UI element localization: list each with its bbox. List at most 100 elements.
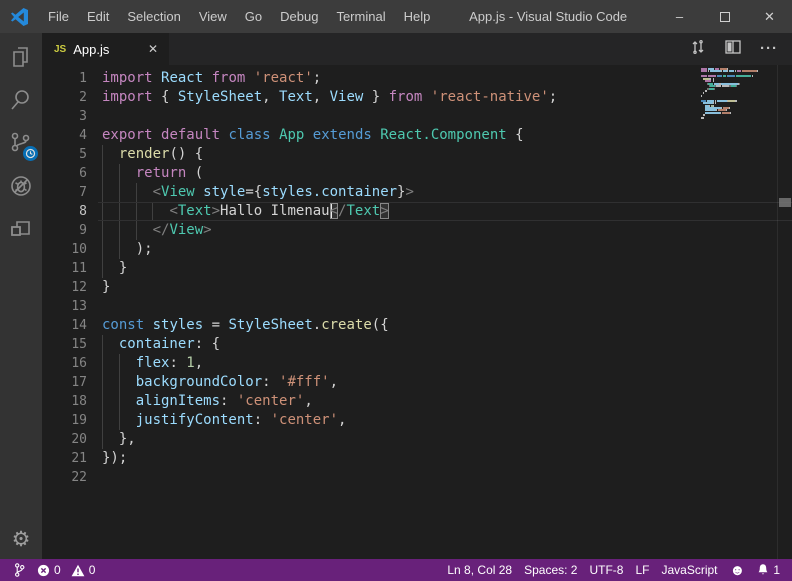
editor[interactable]: 1import React from 'react';2import { Sty…	[42, 65, 792, 559]
code-line[interactable]: 16 flex: 1,	[42, 354, 792, 373]
overview-ruler[interactable]	[777, 65, 792, 559]
tab-close-icon[interactable]: ✕	[145, 40, 161, 58]
language-mode-status[interactable]: JavaScript	[655, 559, 723, 581]
menu-file[interactable]: File	[39, 0, 78, 33]
indentation-status[interactable]: Spaces: 2	[518, 559, 583, 581]
eol-status[interactable]: LF	[629, 559, 655, 581]
code-line[interactable]: 10 );	[42, 240, 792, 259]
scm-sync-clock-badge	[23, 146, 38, 161]
code-line[interactable]: 4export default class App extends React.…	[42, 126, 792, 145]
status-bar-right: Ln 8, Col 28 Spaces: 2 UTF-8 LF JavaScri…	[441, 559, 786, 581]
source-control-icon[interactable]	[7, 128, 35, 158]
menu-edit[interactable]: Edit	[78, 0, 118, 33]
line-number[interactable]: 11	[42, 259, 102, 278]
editor-group: JS App.js ✕ ···	[42, 33, 792, 559]
status-bar: 0 0 Ln 8, Col 28 Spaces: 2 UTF-8 LF Java…	[0, 559, 792, 581]
line-number[interactable]: 16	[42, 354, 102, 373]
vscode-window: { "window": { "title": "App.js - Visual …	[0, 0, 792, 581]
line-number[interactable]: 18	[42, 392, 102, 411]
feedback-smiley-icon[interactable]: ☻	[724, 559, 752, 581]
problems-indicator[interactable]: 0 0	[31, 559, 101, 581]
settings-gear-icon[interactable]: ⚙	[0, 529, 42, 551]
tab-bar: JS App.js ✕ ···	[42, 33, 792, 65]
code-line[interactable]: 18 alignItems: 'center',	[42, 392, 792, 411]
main-area: ⚙ JS App.js ✕	[0, 33, 792, 559]
vscode-logo-icon	[10, 7, 30, 27]
bell-icon	[757, 563, 769, 577]
code-line[interactable]: 11 }	[42, 259, 792, 278]
menu-bar: File Edit Selection View Go Debug Termin…	[39, 0, 439, 33]
line-number[interactable]: 22	[42, 468, 102, 487]
code-line[interactable]: 6 return (	[42, 164, 792, 183]
minimize-button[interactable]: –	[657, 0, 702, 33]
menu-view[interactable]: View	[190, 0, 236, 33]
editor-actions: ···	[690, 33, 792, 65]
swap-arrows-icon[interactable]	[690, 39, 706, 60]
code-line[interactable]: 13	[42, 297, 792, 316]
line-number[interactable]: 3	[42, 107, 102, 126]
menu-selection[interactable]: Selection	[118, 0, 189, 33]
cursor-position-status[interactable]: Ln 8, Col 28	[441, 559, 518, 581]
error-count: 0	[54, 563, 61, 577]
line-number[interactable]: 13	[42, 297, 102, 316]
debug-icon[interactable]	[7, 171, 35, 201]
code-line[interactable]: 22	[42, 468, 792, 487]
line-number[interactable]: 1	[42, 69, 102, 88]
window-controls: – ✕	[657, 0, 792, 33]
line-number[interactable]: 9	[42, 221, 102, 240]
notifications-bell[interactable]: 1	[751, 559, 786, 581]
code-line[interactable]: 5 render() {	[42, 145, 792, 164]
minimap[interactable]	[701, 68, 775, 122]
line-number[interactable]: 12	[42, 278, 102, 297]
notification-count: 1	[773, 563, 780, 577]
line-number[interactable]: 21	[42, 449, 102, 468]
menu-help[interactable]: Help	[395, 0, 440, 33]
line-number[interactable]: 20	[42, 430, 102, 449]
tab-appjs[interactable]: JS App.js ✕	[42, 33, 169, 65]
code-line[interactable]: 14const styles = StyleSheet.create({	[42, 316, 792, 335]
window-title: App.js - Visual Studio Code	[439, 9, 657, 24]
code-line[interactable]: 19 justifyContent: 'center',	[42, 411, 792, 430]
code-line[interactable]: 7 <View style={styles.container}>	[42, 183, 792, 202]
line-number[interactable]: 5	[42, 145, 102, 164]
git-branch-icon[interactable]	[8, 559, 31, 581]
search-icon[interactable]	[7, 85, 35, 115]
line-number[interactable]: 19	[42, 411, 102, 430]
code-line[interactable]: 9 </View>	[42, 221, 792, 240]
maximize-icon	[720, 12, 730, 22]
activity-bar: ⚙	[0, 33, 42, 559]
code-line[interactable]: 3	[42, 107, 792, 126]
line-number[interactable]: 17	[42, 373, 102, 392]
title-bar: File Edit Selection View Go Debug Termin…	[0, 0, 792, 33]
maximize-button[interactable]	[702, 0, 747, 33]
close-button[interactable]: ✕	[747, 0, 792, 33]
line-number[interactable]: 8	[42, 202, 102, 221]
encoding-status[interactable]: UTF-8	[583, 559, 629, 581]
menu-go[interactable]: Go	[236, 0, 271, 33]
line-number[interactable]: 4	[42, 126, 102, 145]
code-line[interactable]: 17 backgroundColor: '#fff',	[42, 373, 792, 392]
more-actions-icon[interactable]: ···	[760, 44, 778, 54]
code-line[interactable]: 15 container: {	[42, 335, 792, 354]
line-number[interactable]: 6	[42, 164, 102, 183]
extensions-icon[interactable]	[7, 214, 35, 244]
warning-icon	[71, 564, 85, 577]
split-editor-icon[interactable]	[725, 40, 741, 59]
line-number[interactable]: 7	[42, 183, 102, 202]
code-line[interactable]: 1import React from 'react';	[42, 69, 792, 88]
line-number[interactable]: 14	[42, 316, 102, 335]
code-line[interactable]: 8 <Text>Hallo Ilmenau</Text>	[42, 202, 792, 221]
line-number[interactable]: 15	[42, 335, 102, 354]
explorer-icon[interactable]	[7, 42, 35, 72]
code-line[interactable]: 12}	[42, 278, 792, 297]
line-number[interactable]: 10	[42, 240, 102, 259]
js-file-icon: JS	[54, 44, 66, 55]
error-icon	[37, 564, 50, 577]
menu-terminal[interactable]: Terminal	[327, 0, 394, 33]
warning-count: 0	[89, 563, 96, 577]
line-number[interactable]: 2	[42, 88, 102, 107]
code-line[interactable]: 21});	[42, 449, 792, 468]
code-line[interactable]: 20 },	[42, 430, 792, 449]
menu-debug[interactable]: Debug	[271, 0, 327, 33]
code-line[interactable]: 2import { StyleSheet, Text, View } from …	[42, 88, 792, 107]
